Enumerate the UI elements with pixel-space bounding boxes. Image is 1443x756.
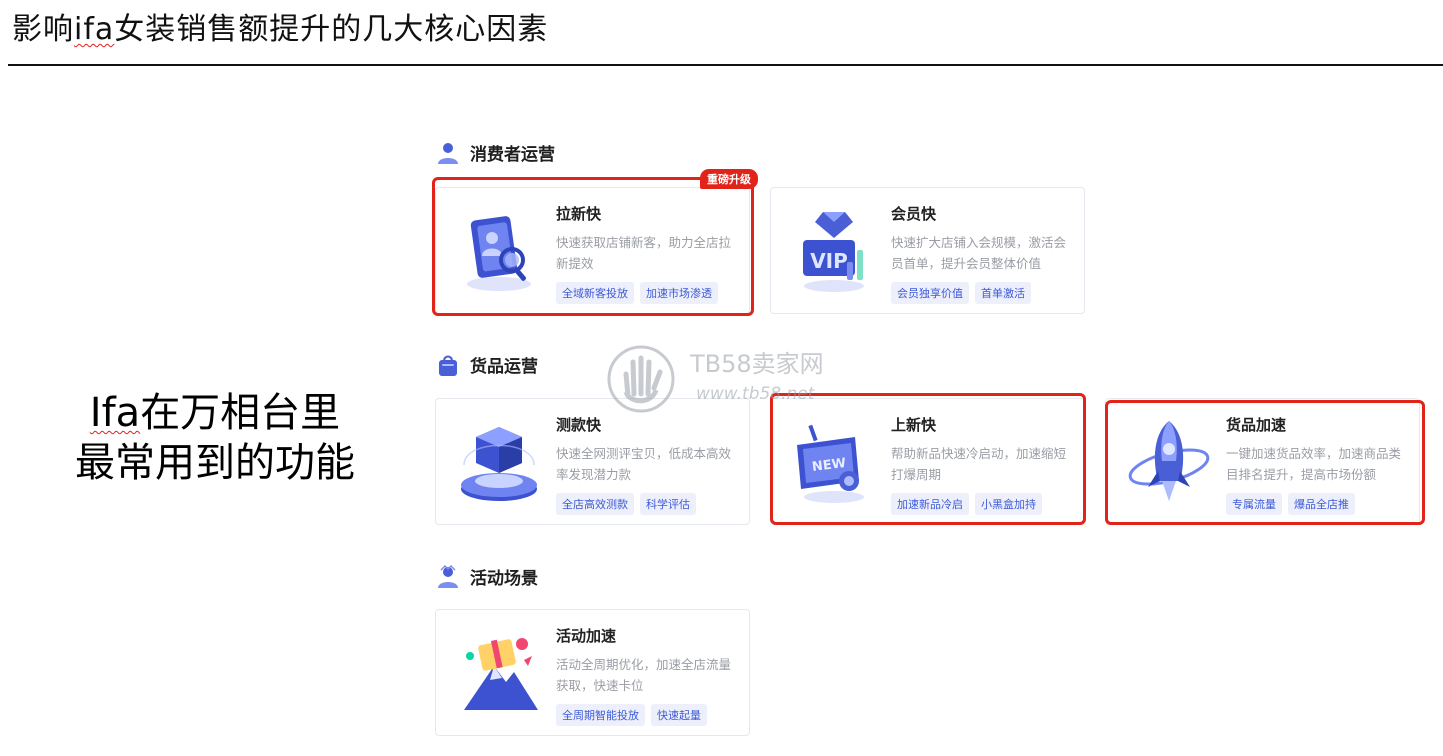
gift-mountain-icon xyxy=(464,638,538,710)
caption-line-1-rest: 在万相台里 xyxy=(140,390,341,436)
svg-text:VIP: VIP xyxy=(810,249,848,273)
card-cekuankuai[interactable]: 测款快 快速全网测评宝贝，低成本高效率发现潜力款 全店高效测款 科学评估 xyxy=(435,398,750,525)
card-title: 测款快 xyxy=(556,416,602,434)
hand-logo-icon xyxy=(607,345,675,413)
tag[interactable]: 会员独享价值 xyxy=(891,282,969,304)
section-label: 货品运营 xyxy=(470,357,538,377)
title-suffix: 女装销售额提升的几大核心因素 xyxy=(114,12,549,47)
card-tags: 会员独享价值 首单激活 xyxy=(891,282,1031,304)
shopping-bag-icon xyxy=(439,355,457,376)
watermark-brand: TB58卖家网 xyxy=(690,350,824,378)
tag[interactable]: 首单激活 xyxy=(975,282,1031,304)
caption-line-1: Ifa在万相台里 xyxy=(55,388,375,438)
card-description: 活动全周期优化，加速全店流量获取，快速卡位 xyxy=(556,657,732,693)
person-icon xyxy=(438,142,458,164)
vip-diamond-icon: VIP xyxy=(803,212,864,292)
section-product-ops: 货品运营 xyxy=(436,352,538,377)
event-person-icon xyxy=(438,564,458,588)
section-label: 消费者运营 xyxy=(470,145,555,165)
watermark-url: www.tb58.net xyxy=(696,384,815,404)
highlight-box: 重磅升级 xyxy=(432,169,758,316)
section-consumer-ops: 消费者运营 xyxy=(436,140,555,165)
title-prefix: 影响 xyxy=(12,12,74,47)
title-brand: ifa xyxy=(74,12,115,47)
card-title: 活动加速 xyxy=(556,627,617,645)
watermark: TB58卖家网 www.tb58.net xyxy=(606,344,846,416)
upgrade-badge: 重磅升级 xyxy=(700,169,758,189)
card-huiyuankuai[interactable]: VIP 会员快 快速扩大店铺入会规模，激活会员首单，提升会员整体价值 会员独享价… xyxy=(770,187,1085,314)
section-event-scenes: 活动场景 xyxy=(436,564,538,589)
page-title: 影响ifa女装销售额提升的几大核心因素 xyxy=(12,4,548,48)
card-description: 快速扩大店铺入会规模，激活会员首单，提升会员整体价值 xyxy=(891,235,1067,271)
card-description: 快速全网测评宝贝，低成本高效率发现潜力款 xyxy=(556,446,732,482)
tag[interactable]: 全周期智能投放 xyxy=(556,704,645,726)
caption-line-2: 最常用到的功能 xyxy=(75,440,355,486)
card-huodongjiasu[interactable]: 活动加速 活动全周期优化，加速全店流量获取，快速卡位 全周期智能投放 快速起量 xyxy=(435,609,750,736)
highlight-box xyxy=(1105,400,1425,525)
caption-brand: Ifa xyxy=(89,390,141,436)
card-tags: 全店高效测款 科学评估 xyxy=(556,493,696,515)
title-divider xyxy=(8,64,1443,66)
side-caption: Ifa在万相台里 最常用到的功能 xyxy=(55,388,375,488)
tag[interactable]: 全店高效测款 xyxy=(556,493,634,515)
box-pedestal-icon xyxy=(461,427,537,501)
tag[interactable]: 科学评估 xyxy=(640,493,696,515)
card-tags: 全周期智能投放 快速起量 xyxy=(556,704,707,726)
section-label: 活动场景 xyxy=(470,569,538,589)
tag[interactable]: 快速起量 xyxy=(651,704,707,726)
card-title: 会员快 xyxy=(891,205,937,223)
